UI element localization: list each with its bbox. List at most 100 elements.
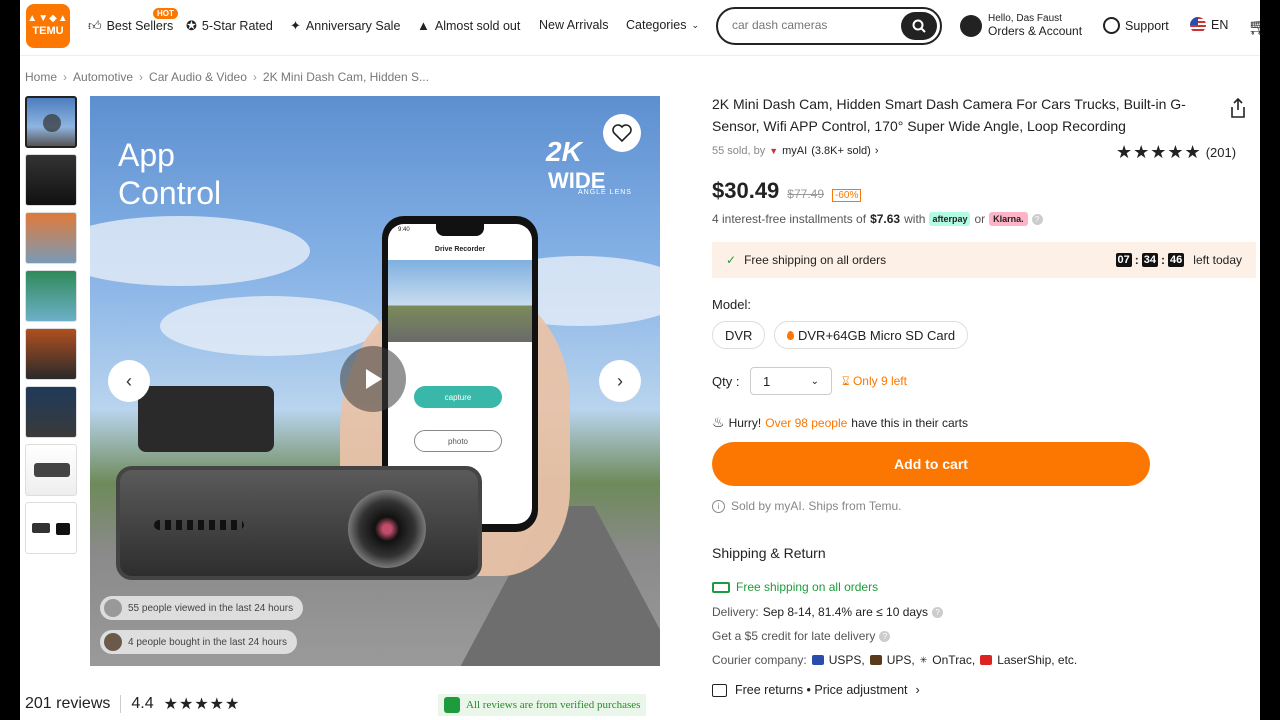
shipping-heading: Shipping & Return bbox=[712, 545, 826, 561]
main-product-image[interactable]: App Control 2K WIDE ANGLE LENS 9:40 Driv… bbox=[90, 96, 660, 666]
hurry-text: Hurry! bbox=[728, 415, 762, 430]
chevron-right-icon: › bbox=[915, 683, 920, 697]
truck-icon bbox=[712, 581, 730, 593]
chevron-right-icon: › bbox=[617, 370, 623, 391]
ontrac-icon: ✳ bbox=[919, 654, 928, 665]
thumbnail-image[interactable] bbox=[25, 502, 77, 554]
phone-notch bbox=[436, 224, 484, 236]
stock-text: Only 9 left bbox=[852, 374, 907, 388]
right-frame bbox=[1260, 0, 1280, 720]
afterpay-logo[interactable]: afterpay bbox=[929, 212, 971, 226]
option-label: DVR+64GB Micro SD Card bbox=[798, 327, 956, 343]
thumbnail-image[interactable] bbox=[25, 270, 77, 322]
wishlist-button[interactable] bbox=[603, 114, 641, 152]
thumbnail-video[interactable] bbox=[25, 96, 77, 148]
avatar bbox=[104, 633, 122, 651]
prev-image-button[interactable]: ‹ bbox=[108, 360, 150, 402]
timer-seconds: 46 bbox=[1168, 253, 1185, 267]
chevron-right-icon: › bbox=[63, 70, 68, 84]
language-selector[interactable]: EN bbox=[1190, 17, 1228, 33]
thumbs-up-icon: 👍︎ bbox=[88, 18, 102, 33]
sold-text: 55 sold, by bbox=[712, 145, 766, 157]
rating-summary[interactable]: ★★★★★ (201) bbox=[1116, 142, 1236, 163]
chevron-right-icon: › bbox=[139, 70, 144, 84]
store-sold[interactable]: (3.8K+ sold) bbox=[811, 145, 871, 157]
help-icon[interactable]: ? bbox=[879, 630, 891, 642]
nav-best-sellers[interactable]: 👍︎ Best Sellers bbox=[88, 18, 173, 34]
search-bar bbox=[716, 7, 942, 45]
returns-line[interactable]: Free returns • Price adjustment › bbox=[712, 683, 920, 697]
play-icon bbox=[366, 369, 382, 389]
thumbnail-image[interactable] bbox=[25, 444, 77, 496]
lang-label: EN bbox=[1211, 18, 1229, 32]
sold-by-line: i Sold by myAI. Ships from Temu. bbox=[712, 499, 902, 513]
chevron-left-icon: ‹ bbox=[126, 370, 132, 391]
thumbnail-image[interactable] bbox=[25, 328, 77, 380]
help-icon[interactable]: ? bbox=[1031, 213, 1043, 225]
nav-five-star-rated[interactable]: ✪ 5-Star Rated bbox=[186, 18, 273, 34]
nav-label: Best Sellers bbox=[106, 19, 174, 33]
breadcrumb-car-audio[interactable]: Car Audio & Video bbox=[149, 70, 247, 84]
phone-photo-button: photo bbox=[414, 430, 502, 452]
shipping-banner-text: Free shipping on all orders bbox=[744, 253, 887, 267]
camera-thumb-shape bbox=[34, 463, 70, 477]
thumbnail-image[interactable] bbox=[25, 154, 77, 206]
breadcrumb: Home › Automotive › Car Audio & Video › … bbox=[25, 70, 429, 84]
account-menu[interactable]: Hello, Das Faust Orders & Account bbox=[960, 12, 1082, 39]
thumbnail-image[interactable] bbox=[25, 212, 77, 264]
store-logo-icon: ▼ bbox=[769, 146, 779, 156]
courier-prefix: Courier company: bbox=[712, 653, 807, 667]
nav-almost-sold-out[interactable]: ▲ Almost sold out bbox=[417, 18, 520, 33]
help-icon[interactable]: ? bbox=[932, 606, 944, 618]
hourglass-icon: ⌛︎ bbox=[842, 374, 850, 388]
chevron-down-icon: ⌄ bbox=[810, 375, 819, 387]
avatar bbox=[104, 599, 122, 617]
play-video-button[interactable] bbox=[340, 346, 406, 412]
breadcrumb-home[interactable]: Home bbox=[25, 70, 57, 84]
timer-suffix: left today bbox=[1193, 253, 1242, 267]
account-label: Orders & Account bbox=[988, 24, 1083, 38]
free-shipping-line: Free shipping on all orders bbox=[712, 580, 878, 594]
phone-capture-button: capture bbox=[414, 386, 502, 408]
share-icon[interactable] bbox=[1229, 98, 1247, 118]
verified-badge: All reviews are from verified purchases bbox=[438, 694, 647, 716]
temu-logo[interactable]: ▲▼◆▲ TEMU bbox=[26, 4, 70, 48]
camera-thumb-shape bbox=[32, 523, 50, 533]
credit-text: Get a $5 credit for late delivery bbox=[712, 629, 876, 643]
rating-count: (201) bbox=[1205, 145, 1237, 160]
nav-new-arrivals[interactable]: New Arrivals bbox=[539, 18, 608, 32]
klarna-logo[interactable]: Klarna. bbox=[989, 212, 1028, 226]
breadcrumb-automotive[interactable]: Automotive bbox=[73, 70, 133, 84]
support-link[interactable]: Support bbox=[1103, 17, 1169, 34]
free-shipping-text: Free shipping on all orders bbox=[736, 580, 879, 594]
price-row: $30.49 $77.49 -60% bbox=[712, 178, 862, 204]
qty-value: 1 bbox=[763, 373, 771, 389]
heart-icon bbox=[612, 124, 632, 142]
reviews-count[interactable]: 201 reviews bbox=[25, 695, 110, 713]
nav-anniversary-sale[interactable]: ✦ Anniversary Sale bbox=[290, 18, 400, 34]
courier-line: Courier company: USPS, UPS, ✳ OnTrac, La… bbox=[712, 653, 1077, 667]
hurry-suffix: have this in their carts bbox=[851, 415, 969, 430]
timer-colon: : bbox=[1161, 253, 1166, 267]
option-dvr-sd-card[interactable]: DVR+64GB Micro SD Card bbox=[774, 321, 969, 349]
add-to-cart-button[interactable]: Add to cart bbox=[712, 442, 1150, 486]
qty-select[interactable]: 1 ⌄ bbox=[750, 367, 832, 395]
store-name[interactable]: myAI bbox=[782, 145, 807, 157]
search-icon bbox=[912, 19, 926, 33]
user-icon bbox=[960, 14, 982, 37]
cart-icon[interactable]: 🛒︎ bbox=[1248, 17, 1260, 37]
thumbnail-image[interactable] bbox=[25, 386, 77, 438]
top-header: ▲▼◆▲ TEMU HOT 👍︎ Best Sellers ✪ 5-Star R… bbox=[20, 0, 1260, 56]
discount-badge: -60% bbox=[832, 189, 862, 202]
option-label: DVR bbox=[725, 327, 753, 343]
bought-text: 4 people bought in the last 24 hours bbox=[128, 636, 288, 648]
chevron-down-icon: ⌄ bbox=[691, 19, 699, 30]
nav-label: 5-Star Rated bbox=[201, 19, 273, 33]
nav-categories[interactable]: Categories ⌄ bbox=[626, 18, 699, 32]
next-image-button[interactable]: › bbox=[599, 360, 641, 402]
star-chat-icon: ✪ bbox=[186, 18, 197, 33]
chevron-right-icon: › bbox=[874, 145, 879, 157]
option-dvr[interactable]: DVR bbox=[712, 321, 766, 349]
search-input[interactable] bbox=[732, 18, 892, 32]
search-button[interactable] bbox=[901, 12, 937, 40]
